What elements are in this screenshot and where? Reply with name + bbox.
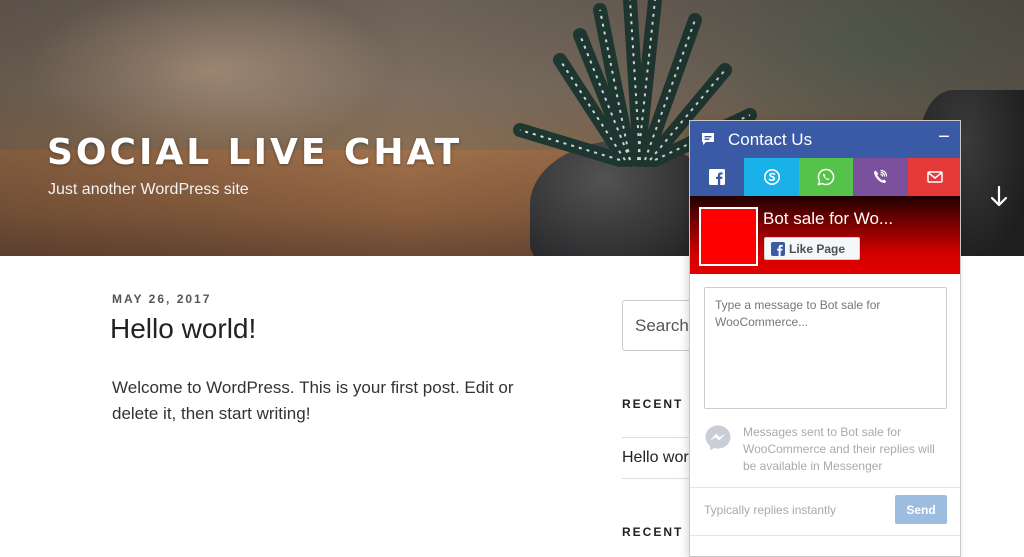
search-placeholder: Search bbox=[635, 316, 689, 335]
divider bbox=[690, 487, 960, 488]
like-page-label: Like Page bbox=[789, 241, 846, 256]
chat-widget: Contact Us − Bot sale for Wo... Like Pag… bbox=[689, 120, 961, 557]
like-page-button[interactable]: Like Page bbox=[764, 237, 860, 260]
email-icon bbox=[927, 171, 943, 183]
facebook-icon bbox=[771, 241, 785, 256]
viber-icon bbox=[874, 169, 888, 183]
tab-skype[interactable] bbox=[744, 158, 799, 196]
page-name[interactable]: Bot sale for Wo... bbox=[763, 209, 953, 229]
post-date[interactable]: MAY 26, 2017 bbox=[112, 292, 211, 306]
message-placeholder: Type a message to Bot sale for WooCommer… bbox=[715, 298, 881, 329]
post-title[interactable]: Hello world! bbox=[110, 313, 256, 345]
page: SOCIAL LIVE CHAT Just another WordPress … bbox=[0, 0, 1024, 557]
minimize-button[interactable]: − bbox=[934, 126, 954, 150]
tab-email[interactable] bbox=[907, 158, 960, 196]
site-description: Just another WordPress site bbox=[48, 181, 249, 198]
messenger-icon bbox=[705, 425, 731, 451]
recent-comments-heading: RECENT bbox=[622, 525, 684, 539]
divider bbox=[622, 478, 692, 479]
divider bbox=[622, 437, 692, 438]
chat-bubble-icon bbox=[702, 133, 714, 145]
tab-whatsapp[interactable] bbox=[798, 158, 854, 196]
facebook-icon bbox=[709, 169, 726, 185]
tab-viber[interactable] bbox=[853, 158, 908, 196]
tab-facebook[interactable] bbox=[690, 158, 745, 196]
arrow-down-icon[interactable] bbox=[988, 184, 1010, 208]
chat-header-title: Contact Us bbox=[728, 130, 813, 149]
divider bbox=[690, 535, 960, 536]
chat-channel-tabs bbox=[690, 158, 960, 196]
recent-post-link[interactable]: Hello wor bbox=[622, 449, 689, 467]
facebook-page-banner: Bot sale for Wo... Like Page bbox=[690, 196, 960, 274]
page-avatar[interactable] bbox=[699, 207, 758, 266]
messenger-notice: Messages sent to Bot sale for WooCommerc… bbox=[743, 425, 935, 473]
reply-time-text: Typically replies instantly bbox=[704, 503, 837, 517]
skype-icon bbox=[763, 169, 780, 185]
whatsapp-icon bbox=[817, 168, 835, 186]
message-input[interactable]: Type a message to Bot sale for WooCommer… bbox=[704, 287, 947, 409]
send-button[interactable]: Send bbox=[895, 495, 947, 524]
chat-header[interactable]: Contact Us − bbox=[690, 121, 960, 158]
post-content: Welcome to WordPress. This is your first… bbox=[112, 378, 514, 423]
site-title[interactable]: SOCIAL LIVE CHAT bbox=[47, 132, 462, 173]
recent-posts-heading: RECENT bbox=[622, 397, 684, 411]
